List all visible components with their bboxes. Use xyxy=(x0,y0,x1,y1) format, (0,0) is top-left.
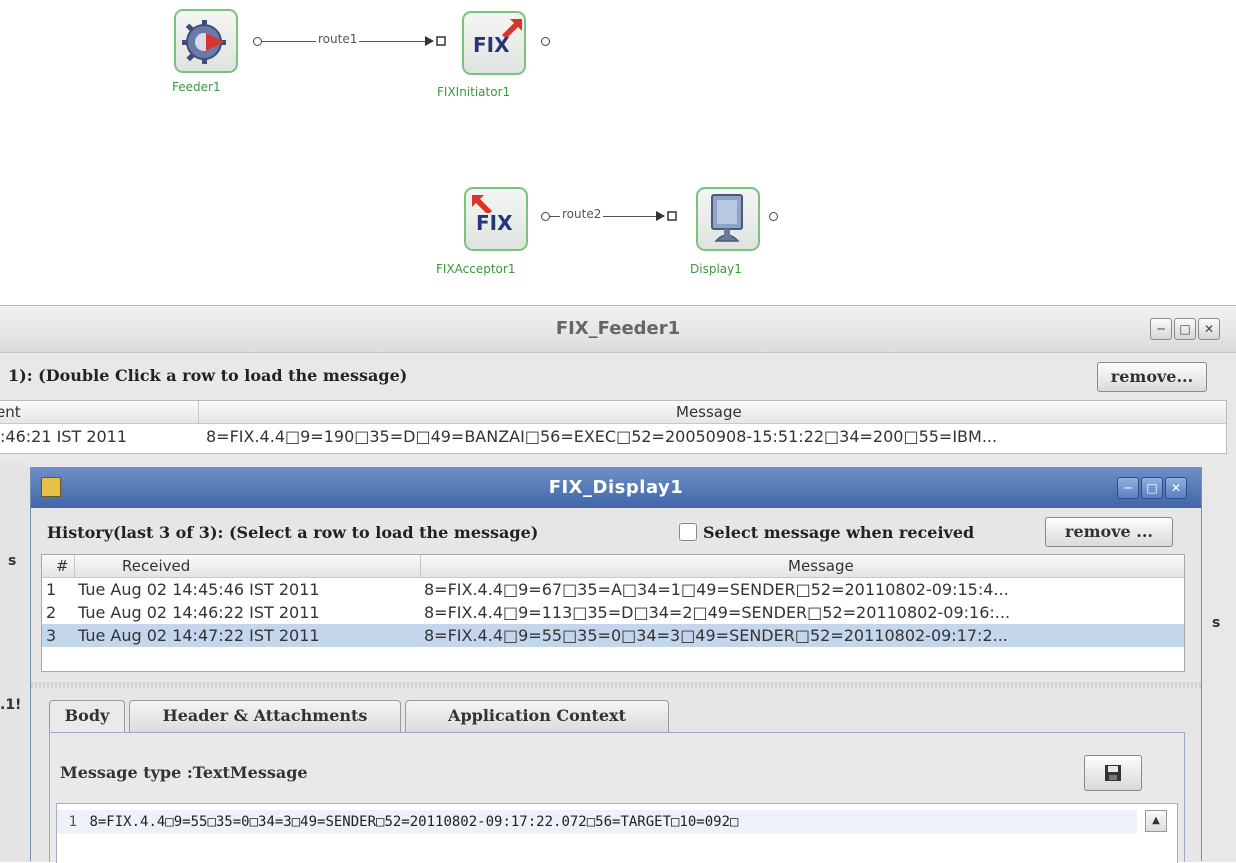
column-header-sent[interactable]: ent xyxy=(0,403,21,421)
fix-acceptor-icon: FIX xyxy=(476,211,513,235)
node-display1[interactable] xyxy=(696,187,760,251)
display-monitor-icon xyxy=(711,194,743,242)
minimize-icon[interactable]: ─ xyxy=(1117,477,1139,499)
line-number: 1 xyxy=(68,814,77,830)
side-label: s xyxy=(1212,615,1221,631)
window-title: FIX_Display1 xyxy=(548,477,684,498)
cell-message: 8=FIX.4.4□9=190□35=D□49=BANZAI□56=EXEC□5… xyxy=(206,427,998,446)
display-window: FIX_Display1 ─ □ ✕ History(last 3 of 3):… xyxy=(30,467,1202,863)
node-label-fixinitiator1: FIXInitiator1 xyxy=(437,85,511,99)
fix-arrow-icon xyxy=(472,195,492,213)
scroll-up-icon[interactable]: ▲ xyxy=(1145,810,1167,832)
cell-num: 1 xyxy=(46,580,57,599)
node-label-feeder1: Feeder1 xyxy=(172,80,221,94)
table-row-selected[interactable]: 3 Tue Aug 02 14:47:22 IST 2011 8=FIX.4.4… xyxy=(42,624,1184,647)
route2-arrow-icon xyxy=(656,211,677,221)
cell-message: 8=FIX.4.4□9=113□35=D□34=2□49=SENDER□52=2… xyxy=(424,603,1011,622)
feeder-hint: 1): (Double Click a row to load the mess… xyxy=(8,366,408,385)
cell-sent: :46:21 IST 2011 xyxy=(0,427,128,446)
minimize-icon[interactable]: ─ xyxy=(1150,318,1172,340)
node-fixacceptor1[interactable]: FIX xyxy=(464,187,528,251)
line-text: 8=FIX.4.4□9=55□35=0□34=3□49=SENDER□52=20… xyxy=(89,814,739,830)
feeder-gear-icon xyxy=(182,20,226,64)
cell-num: 2 xyxy=(46,603,57,622)
editor-line: 1 8=FIX.4.4□9=55□35=0□34=3□49=SENDER□52=… xyxy=(57,810,1137,834)
table-row[interactable]: 1 Tue Aug 02 14:45:46 IST 2011 8=FIX.4.4… xyxy=(42,578,1184,601)
tab-body[interactable]: Body xyxy=(49,700,125,732)
save-button[interactable] xyxy=(1084,755,1142,791)
output-port[interactable] xyxy=(253,37,262,46)
column-header-num[interactable]: # xyxy=(56,557,69,575)
select-when-received-checkbox[interactable] xyxy=(679,523,697,541)
output-port[interactable] xyxy=(541,212,550,221)
table-header: # Received Message xyxy=(42,555,1184,578)
save-icon xyxy=(1105,765,1121,781)
splitter[interactable] xyxy=(31,682,1201,688)
table-header: ent Message xyxy=(0,401,1226,424)
route2-label: route2 xyxy=(560,207,604,221)
column-divider xyxy=(74,555,75,577)
message-type-label: Message type :TextMessage xyxy=(60,763,308,782)
side-label: .1! xyxy=(0,697,22,713)
remove-button[interactable]: remove... xyxy=(1097,362,1207,392)
side-label: s xyxy=(8,553,17,569)
output-port[interactable] xyxy=(769,212,778,221)
node-feeder1[interactable] xyxy=(174,9,238,73)
message-editor[interactable]: 1 8=FIX.4.4□9=55□35=0□34=3□49=SENDER□52=… xyxy=(56,803,1178,863)
table-row[interactable]: 2 Tue Aug 02 14:46:22 IST 2011 8=FIX.4.4… xyxy=(42,601,1184,624)
tab-application-context[interactable]: Application Context xyxy=(405,700,669,732)
body-tab-panel: Message type :TextMessage 1 8=FIX.4.4□9=… xyxy=(49,732,1185,863)
cell-received: Tue Aug 02 14:45:46 IST 2011 xyxy=(78,580,320,599)
column-divider xyxy=(420,555,421,577)
close-icon[interactable]: ✕ xyxy=(1198,318,1220,340)
node-label-fixacceptor1: FIXAcceptor1 xyxy=(436,262,516,276)
column-divider xyxy=(198,401,199,423)
window-title: FIX_Feeder1 xyxy=(555,318,681,339)
route1-label: route1 xyxy=(316,32,360,46)
column-header-message[interactable]: Message xyxy=(788,557,854,575)
cell-message: 8=FIX.4.4□9=67□35=A□34=1□49=SENDER□52=20… xyxy=(424,580,1009,599)
remove-button[interactable]: remove ... xyxy=(1045,517,1173,547)
column-header-received[interactable]: Received xyxy=(122,557,190,575)
history-hint: History(last 3 of 3): (Select a row to l… xyxy=(47,523,539,542)
column-header-message[interactable]: Message xyxy=(676,403,742,421)
feeder-message-table[interactable]: ent Message :46:21 IST 2011 8=FIX.4.4□9=… xyxy=(0,400,1227,454)
maximize-icon[interactable]: □ xyxy=(1174,318,1196,340)
maximize-icon[interactable]: □ xyxy=(1141,477,1163,499)
cell-message: 8=FIX.4.4□9=55□35=0□34=3□49=SENDER□52=20… xyxy=(424,626,1008,645)
select-when-received-label: Select message when received xyxy=(703,523,975,542)
background-panel xyxy=(0,462,30,862)
history-table[interactable]: # Received Message 1 Tue Aug 02 14:45:46… xyxy=(41,554,1185,672)
close-icon[interactable]: ✕ xyxy=(1165,477,1187,499)
node-fixinitiator1[interactable]: FIX xyxy=(462,11,526,75)
display-title-bar[interactable]: FIX_Display1 ─ □ ✕ xyxy=(31,468,1201,508)
feeder-title-bar[interactable]: FIX_Feeder1 ─ □ ✕ xyxy=(0,306,1236,353)
fix-arrow-icon xyxy=(502,19,522,37)
route1-arrow-icon xyxy=(425,36,446,46)
cell-received: Tue Aug 02 14:46:22 IST 2011 xyxy=(78,603,320,622)
cell-num: 3 xyxy=(46,626,57,645)
tab-header-attachments[interactable]: Header & Attachments xyxy=(129,700,401,732)
cell-received: Tue Aug 02 14:47:22 IST 2011 xyxy=(78,626,320,645)
node-label-display1: Display1 xyxy=(690,262,742,276)
output-port[interactable] xyxy=(541,37,550,46)
